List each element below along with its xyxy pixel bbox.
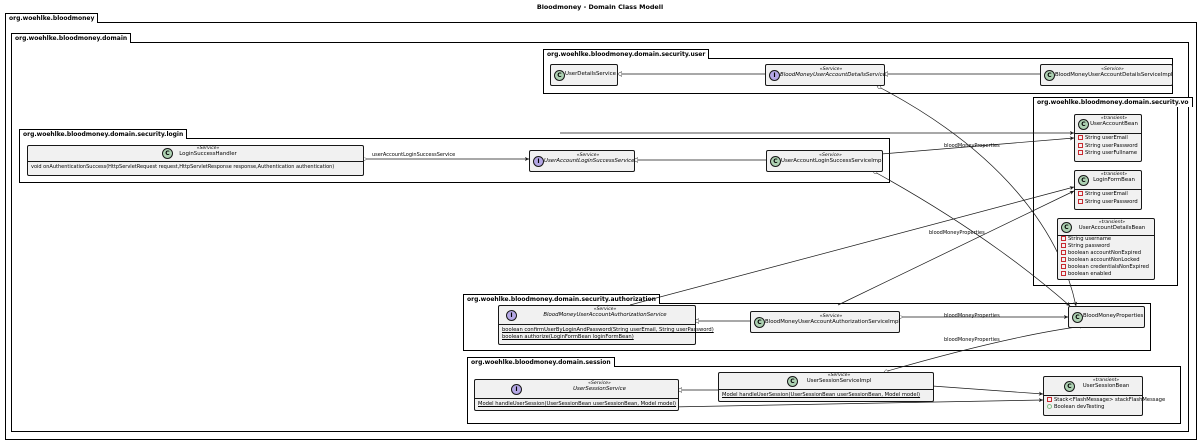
class-name: UserAccountLoginSuccessService xyxy=(544,158,635,164)
class-user-account-login-success-service-impl[interactable]: C «Service» UserAccountLoginSuccessServi… xyxy=(766,150,883,172)
class-method: Model handleUserSession(UserSessionBean … xyxy=(478,401,677,407)
class-bloodmoney-user-account-authorization-service-impl[interactable]: C «Service» BloodMoneyUserAccountAuthori… xyxy=(750,311,900,333)
class-icon: C xyxy=(1072,312,1083,323)
class-icon: C xyxy=(162,148,173,159)
class-user-account-bean[interactable]: C «transient» UserAccountBean String use… xyxy=(1074,114,1142,162)
class-method: boolean authorize(LoginFormBean loginFor… xyxy=(502,334,634,340)
class-method: Model handleUserSession(UserSessionBean … xyxy=(722,392,921,398)
class-icon: C xyxy=(1064,381,1075,392)
class-attribute: boolean accountNonLocked xyxy=(1061,257,1151,264)
class-user-details-service[interactable]: C UserDetailsService xyxy=(550,64,618,86)
class-attribute: boolean accountNonExpired xyxy=(1061,250,1151,257)
interface-icon: I xyxy=(769,70,780,81)
class-icon: C xyxy=(787,376,798,387)
class-icon: C xyxy=(754,317,765,328)
class-attribute: String password xyxy=(1061,243,1151,250)
class-icon: C xyxy=(1078,175,1089,186)
class-name: BloodMoneyProperties xyxy=(1083,313,1144,319)
label-userAccountLoginSuccessService: userAccountLoginSuccessService xyxy=(372,152,456,158)
class-attribute: String userFullname xyxy=(1078,150,1138,158)
class-name: UserAccountDetailsBean xyxy=(1078,225,1146,231)
class-attribute: boolean credentialsNonExpired xyxy=(1061,264,1151,271)
class-attribute: boolean enabled xyxy=(1061,271,1151,278)
label-bloodMoneyProperties-details: bloodMoneyProperties xyxy=(944,143,1000,149)
class-name: UserAccountBean xyxy=(1090,121,1138,127)
class-icon: C xyxy=(1044,70,1055,81)
class-attribute: Stack<FlashMessage> stackFlashMessage xyxy=(1047,397,1165,404)
class-user-session-service[interactable]: I «Service» UserSessionService Model han… xyxy=(474,379,679,411)
class-attribute: String username xyxy=(1061,236,1151,243)
label-bloodMoneyProperties-session: bloodMoneyProperties xyxy=(944,337,1000,343)
interface-icon: I xyxy=(506,310,517,321)
class-icon: C xyxy=(770,156,781,167)
class-name: BloodMoneyUserAccountAuthorizationServic… xyxy=(765,319,900,325)
interface-icon: I xyxy=(533,156,544,167)
class-bloodmoney-user-account-details-service-impl[interactable]: C «Service» BloodMoneyUserAccountDetails… xyxy=(1040,64,1173,86)
class-name: UserSessionBean xyxy=(1082,383,1130,389)
class-name: UserSessionServiceImpl xyxy=(806,378,872,384)
label-bloodMoneyProperties-authorization: bloodMoneyProperties xyxy=(944,313,1000,319)
class-attribute: String userEmail xyxy=(1078,191,1138,199)
class-attribute: Boolean devTesting xyxy=(1047,404,1139,411)
class-icon: C xyxy=(554,70,565,81)
class-user-account-details-bean[interactable]: C «transient» UserAccountDetailsBean Str… xyxy=(1057,218,1155,280)
class-name: UserAccountLoginSuccessServiceImpl xyxy=(781,158,883,164)
class-attribute: String userPassword xyxy=(1078,198,1138,207)
class-icon: C xyxy=(1078,119,1089,130)
class-name: LoginSuccessHandler xyxy=(179,151,237,157)
class-name: UserDetailsService xyxy=(565,71,616,77)
class-bloodmoney-properties[interactable]: C BloodMoneyProperties xyxy=(1068,306,1145,328)
class-user-session-bean[interactable]: C «transient» UserSessionBean Stack<Flas… xyxy=(1043,376,1165,416)
class-user-account-login-success-service[interactable]: I «Service» UserAccountLoginSuccessServi… xyxy=(529,150,635,172)
interface-icon: I xyxy=(511,384,522,395)
class-login-success-handler[interactable]: C «Service» LoginSuccessHandler void onA… xyxy=(27,145,364,176)
label-bloodMoneyProperties-login: bloodMoneyProperties xyxy=(929,230,985,236)
class-icon: C xyxy=(1061,222,1072,233)
class-user-session-service-impl[interactable]: C «Service» UserSessionServiceImpl Model… xyxy=(718,372,934,402)
class-bloodmoney-user-account-authorization-service[interactable]: I «Service» BloodMoneyUserAccountAuthori… xyxy=(498,305,714,345)
class-method: boolean confirmUserByLoginAndPassword(St… xyxy=(502,327,714,333)
class-name: BloodMoneyUserAccountDetailsServiceImpl xyxy=(1055,72,1173,78)
class-method: void onAuthenticationSuccess(HttpServlet… xyxy=(31,164,335,170)
class-name: BloodMoneyUserAccountDetailsService xyxy=(780,72,886,78)
class-name: BloodMoneyUserAccountAuthorizationServic… xyxy=(543,312,667,318)
class-name: UserSessionService xyxy=(573,386,626,392)
class-bloodmoney-user-account-details-service[interactable]: I «Service» BloodMoneyUserAccountDetails… xyxy=(765,64,886,86)
class-name: LoginFormBean xyxy=(1093,177,1135,183)
class-login-form-bean[interactable]: C «transient» LoginFormBean String userE… xyxy=(1074,170,1142,210)
class-attribute: String userPassword xyxy=(1078,142,1138,151)
class-attribute: String userEmail xyxy=(1078,135,1138,143)
